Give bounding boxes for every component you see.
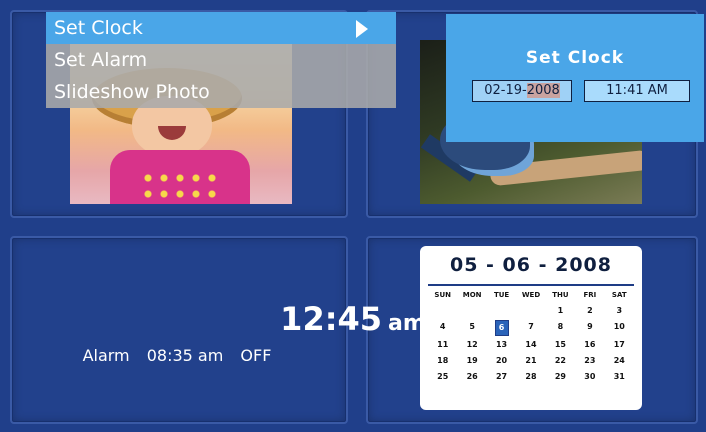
calendar-weekday-wed: WED (521, 291, 541, 299)
calendar-day[interactable]: 11 (428, 338, 457, 352)
menu-item-label: Set Clock (54, 17, 143, 39)
date-field[interactable]: 02-19-2008 (472, 80, 572, 102)
settings-menu: Set Clock Set Alarm Slideshow Photo (46, 12, 396, 108)
calendar-day[interactable]: 19 (457, 354, 486, 368)
calendar-day[interactable]: 28 (516, 370, 545, 384)
calendar-day[interactable]: 17 (605, 338, 634, 352)
calendar-day[interactable]: 4 (428, 320, 457, 334)
calendar-day[interactable]: 16 (575, 338, 604, 352)
alarm-state: OFF (240, 346, 272, 365)
alarm-time: 08:35 am (146, 346, 224, 365)
calendar-weekday-fri: FRI (583, 291, 597, 299)
calendar-day[interactable]: 25 (428, 370, 457, 384)
calendar-day-empty (487, 304, 516, 318)
calendar-day[interactable]: 29 (546, 370, 575, 384)
calendar-day[interactable]: 10 (605, 320, 634, 334)
calendar-day-empty (428, 304, 457, 318)
calendar-day[interactable]: 31 (605, 370, 634, 384)
alarm-label: Alarm (82, 346, 130, 365)
calendar-divider (428, 284, 634, 286)
calendar-day[interactable]: 2 (575, 304, 604, 318)
calendar-day[interactable]: 8 (546, 320, 575, 334)
calendar-day-empty (516, 304, 545, 318)
calendar-day[interactable]: 1 (546, 304, 575, 318)
time-field[interactable]: 11:41 AM (584, 80, 690, 102)
calendar-day[interactable]: 18 (428, 354, 457, 368)
photo-frame-screen: 12:45 am Alarm 08:35 am OFF 05 - 06 - 200… (0, 0, 706, 432)
calendar-day[interactable]: 13 (487, 338, 516, 352)
alarm-status: Alarm 08:35 am OFF (10, 346, 344, 365)
calendar-day[interactable]: 5 (457, 320, 486, 334)
calendar-weekday-tue: TUE (493, 291, 510, 299)
calendar-day[interactable]: 21 (516, 354, 545, 368)
calendar-day[interactable]: 27 (487, 370, 516, 384)
calendar-day-empty (457, 304, 486, 318)
dialog-title: Set Clock (525, 48, 625, 68)
clock-time: 12:45 (280, 300, 383, 338)
menu-item-set-alarm[interactable]: Set Alarm (46, 44, 396, 76)
calendar-day-selected[interactable]: 6 (494, 320, 509, 336)
calendar-day[interactable]: 22 (546, 354, 575, 368)
calendar-date: 05 - 06 - 2008 (450, 254, 612, 276)
date-field-year-selected[interactable]: 2008 (526, 83, 560, 98)
menu-item-label: Slideshow Photo (54, 81, 210, 103)
calendar-day[interactable]: 23 (575, 354, 604, 368)
date-field-prefix: 02-19- (484, 83, 527, 98)
calendar-weekday-sun: SUN (434, 291, 451, 299)
calendar-day[interactable]: 20 (487, 354, 516, 368)
calendar-weekday-mon: MON (462, 291, 482, 299)
calendar-weekday-thu: THU (552, 291, 569, 299)
calendar-day[interactable]: 12 (457, 338, 486, 352)
calendar-day[interactable]: 3 (605, 304, 634, 318)
calendar-day[interactable]: 7 (516, 320, 545, 334)
set-clock-dialog: Set Clock 02-19-2008 11:41 AM (446, 14, 704, 142)
play-arrow-icon (356, 20, 368, 38)
calendar-day[interactable]: 26 (457, 370, 486, 384)
calendar-day[interactable]: 9 (575, 320, 604, 334)
calendar-day[interactable]: 14 (516, 338, 545, 352)
calendar-weekday-sat: SAT (611, 291, 627, 299)
menu-item-set-clock[interactable]: Set Clock (46, 12, 396, 44)
calendar-day[interactable]: 30 (575, 370, 604, 384)
menu-item-slideshow-photo[interactable]: Slideshow Photo (46, 76, 396, 108)
menu-item-label: Set Alarm (54, 49, 148, 71)
calendar-day[interactable]: 24 (605, 354, 634, 368)
calendar: 05 - 06 - 2008 SUN MON TUE WED THU FRI SAT 1 2 3 4… (420, 246, 642, 410)
calendar-grid: SUN MON TUE WED THU FRI SAT 1 2 3 4 5 6 7 8 9 10 11 12 13 14… (428, 288, 634, 384)
calendar-day[interactable]: 15 (546, 338, 575, 352)
